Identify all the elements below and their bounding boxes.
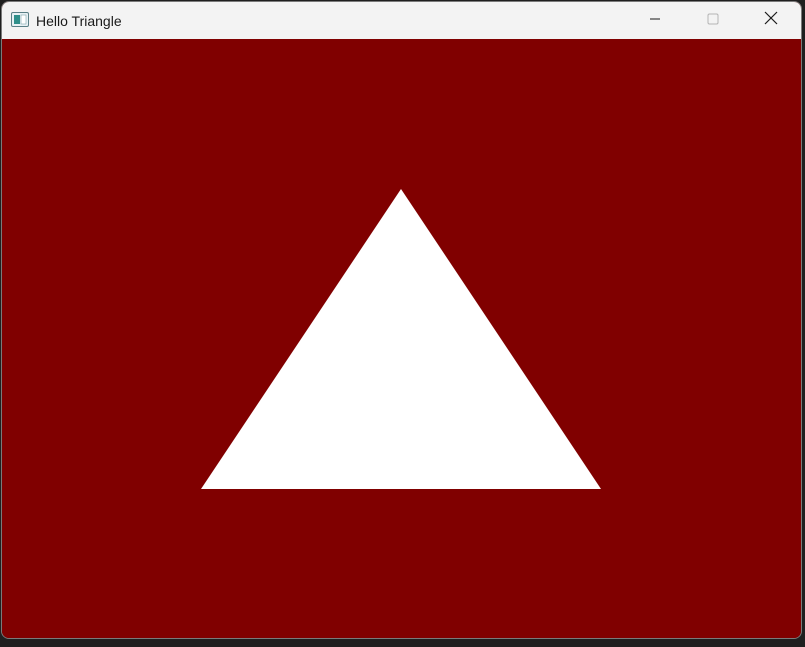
application-window-icon <box>11 12 29 27</box>
render-canvas[interactable] <box>2 39 801 638</box>
maximize-button[interactable] <box>684 2 742 39</box>
white-triangle <box>201 189 601 489</box>
minimize-icon <box>649 12 661 30</box>
title-bar[interactable]: Hello Triangle <box>2 2 801 39</box>
close-button[interactable] <box>742 2 800 39</box>
minimize-button[interactable] <box>626 2 684 39</box>
app-window: Hello Triangle <box>1 1 802 639</box>
close-icon <box>764 11 778 30</box>
window-title: Hello Triangle <box>36 13 122 29</box>
maximize-icon <box>707 12 719 30</box>
triangle-scene <box>201 189 601 489</box>
